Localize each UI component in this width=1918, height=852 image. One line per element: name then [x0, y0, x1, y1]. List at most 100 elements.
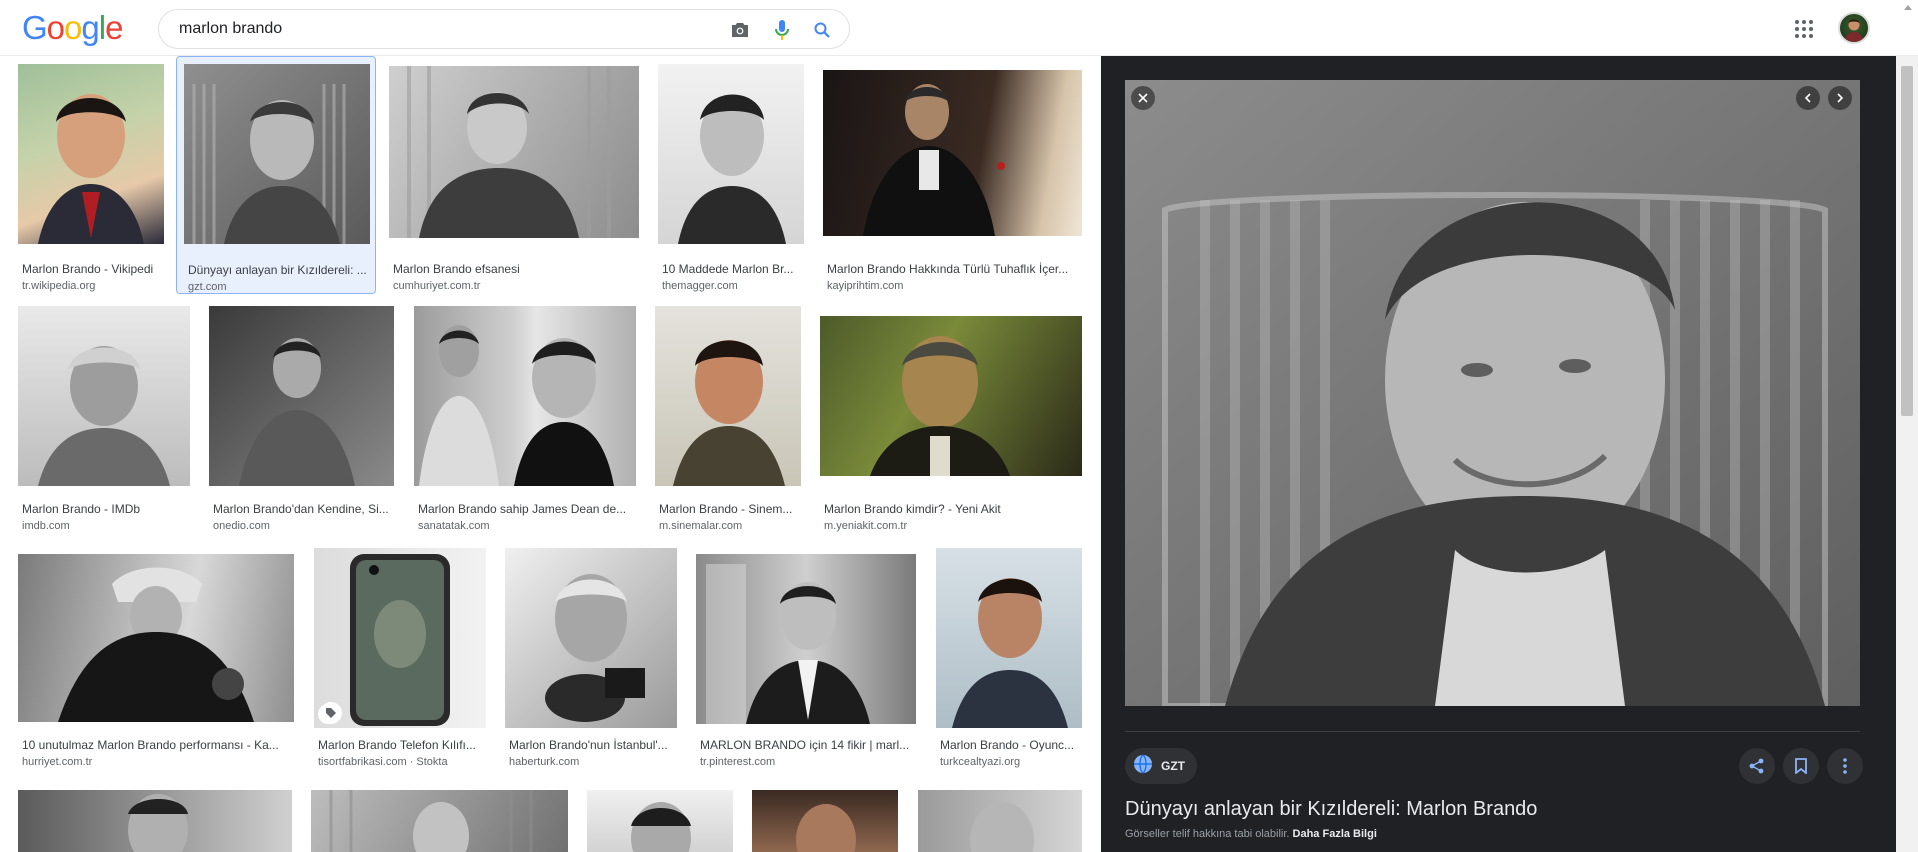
logo-letter: g [81, 9, 99, 46]
result-title[interactable]: Dünyayı anlayan bir Kızıldereli: ... [188, 263, 368, 277]
page-scrollbar[interactable] [1896, 56, 1918, 852]
result-title[interactable]: Marlon Brando - IMDb [22, 502, 190, 516]
result-thumbnail[interactable] [655, 306, 801, 486]
logo-letter: G [22, 9, 48, 46]
chevron-left-icon[interactable] [1796, 86, 1820, 110]
result-card[interactable] [311, 790, 568, 852]
google-logo[interactable]: Google [22, 9, 123, 47]
result-title[interactable]: Marlon Brando - Sinem... [659, 502, 801, 516]
scroll-up-icon[interactable] [1900, 0, 1916, 14]
more-vert-icon[interactable] [1827, 748, 1863, 784]
result-thumbnail[interactable] [820, 316, 1082, 476]
search-box [158, 9, 850, 49]
share-icon[interactable] [1739, 748, 1775, 784]
preview-image[interactable] [1125, 80, 1860, 706]
result-thumbnail[interactable] [314, 548, 486, 728]
result-card[interactable]: Marlon Brando sahip James Dean de... san… [414, 306, 636, 532]
result-title[interactable]: Marlon Brando - Oyunc... [940, 738, 1082, 752]
result-title[interactable]: MARLON BRANDO için 14 fikir | marl... [700, 738, 916, 752]
result-source: m.yeniakit.com.tr [824, 520, 908, 532]
image-results-grid: Marlon Brando - Vikipedi tr.wikipedia.or… [0, 56, 1100, 852]
result-thumbnail[interactable] [18, 306, 190, 486]
result-card[interactable]: Marlon Brando efsanesi cumhuriyet.com.tr [389, 66, 639, 292]
logo-letter: o [64, 9, 82, 46]
result-title[interactable]: Marlon Brando Hakkında Türlü Tuhaflık İç… [827, 262, 1082, 276]
result-source: tr.pinterest.com [700, 756, 776, 768]
result-thumbnail[interactable] [918, 790, 1082, 852]
copyright-notice: Görseller telif hakkına tabi olabilir. D… [1125, 828, 1377, 840]
result-thumbnail[interactable] [823, 70, 1082, 236]
result-card[interactable]: MARLON BRANDO için 14 fikir | marl... tr… [696, 554, 916, 768]
result-card[interactable]: Marlon Brando - IMDb imdb.com [18, 306, 190, 532]
tag-icon [320, 702, 342, 724]
result-thumbnail[interactable] [752, 790, 898, 852]
result-card[interactable]: Marlon Brando kimdir? - Yeni Akit m.yeni… [820, 316, 1082, 532]
bookmark-icon[interactable] [1783, 748, 1819, 784]
result-card-selected[interactable]: Dünyayı anlayan bir Kızıldereli: ... gzt… [176, 56, 376, 294]
avatar[interactable] [1838, 12, 1870, 44]
result-card[interactable]: Marlon Brando'dan Kendine, Si... onedio.… [209, 306, 394, 532]
result-source: turkcealtyazi.org [940, 756, 1021, 768]
result-thumbnail[interactable] [389, 66, 639, 238]
result-thumbnail[interactable] [505, 548, 677, 728]
result-title[interactable]: Marlon Brando Telefon Kılıfı... [318, 738, 486, 752]
logo-letter: o [46, 9, 65, 46]
result-title[interactable]: Marlon Brando kimdir? - Yeni Akit [824, 502, 1082, 516]
result-title[interactable]: Marlon Brando'dan Kendine, Si... [213, 502, 394, 516]
result-card[interactable]: 10 Maddede Marlon Br... themagger.com [658, 64, 804, 292]
copyright-text: Görseller telif hakkına tabi olabilir. [1125, 828, 1290, 840]
result-card[interactable] [918, 790, 1082, 852]
chevron-right-icon[interactable] [1828, 86, 1852, 110]
result-thumbnail[interactable] [587, 790, 733, 852]
image-preview-panel: GZT Dünyayı anlayan bir Kızıldereli: Mar… [1101, 56, 1896, 852]
logo-letter: e [105, 9, 123, 46]
scrollbar-thumb[interactable] [1901, 66, 1913, 416]
microphone-icon[interactable] [771, 19, 793, 41]
result-title[interactable]: Marlon Brando efsanesi [393, 262, 639, 276]
result-card[interactable] [18, 790, 292, 852]
source-chip[interactable]: GZT [1125, 748, 1197, 784]
result-card[interactable] [752, 790, 898, 852]
result-source: kayiprihtim.com [827, 280, 904, 292]
result-title[interactable]: Marlon Brando sahip James Dean de... [418, 502, 636, 516]
result-title[interactable]: 10 unutulmaz Marlon Brando performansı -… [22, 738, 294, 752]
result-card[interactable]: Marlon Brando Hakkında Türlü Tuhaflık İç… [823, 70, 1082, 292]
result-source: onedio.com [213, 520, 270, 532]
result-card[interactable]: Marlon Brando Telefon Kılıfı... tisortfa… [314, 548, 486, 768]
result-thumbnail[interactable] [18, 790, 292, 852]
result-card[interactable]: Marlon Brando - Oyunc... turkcealtyazi.o… [936, 548, 1082, 768]
result-thumbnail[interactable] [18, 554, 294, 722]
apps-grid-icon[interactable] [1792, 17, 1816, 41]
more-info-link[interactable]: Daha Fazla Bilgi [1293, 828, 1377, 840]
result-card[interactable]: Marlon Brando - Sinem... m.sinemalar.com [655, 306, 801, 532]
result-thumbnail[interactable] [311, 790, 568, 852]
result-title[interactable]: 10 Maddede Marlon Br... [662, 262, 804, 276]
result-source: cumhuriyet.com.tr [393, 280, 481, 292]
result-card[interactable]: 10 unutulmaz Marlon Brando performansı -… [18, 554, 294, 768]
result-title[interactable]: Marlon Brando'nun İstanbul'... [509, 738, 677, 752]
result-source: tr.wikipedia.org [22, 280, 96, 292]
result-thumbnail[interactable] [658, 64, 804, 244]
close-icon[interactable] [1131, 86, 1155, 110]
preview-title[interactable]: Dünyayı anlayan bir Kızıldereli: Marlon … [1125, 798, 1537, 821]
result-thumbnail[interactable] [414, 306, 636, 486]
google-images-page: Google marlon brando Marlon Brando - Vik… [0, 0, 1918, 852]
search-input[interactable] [179, 10, 699, 48]
result-thumbnail[interactable] [184, 64, 370, 244]
result-title[interactable]: Marlon Brando - Vikipedi [22, 262, 164, 276]
search-icon[interactable] [811, 19, 833, 41]
result-thumbnail[interactable] [696, 554, 916, 724]
result-thumbnail[interactable] [936, 548, 1082, 728]
header: Google [0, 0, 1918, 56]
source-chip-label: GZT [1161, 759, 1185, 773]
result-card[interactable] [587, 790, 733, 852]
result-thumbnail[interactable] [18, 64, 164, 244]
camera-icon[interactable] [729, 19, 751, 41]
globe-icon [1133, 753, 1153, 779]
result-source: tisortfabrikasi.com · Stokta [318, 756, 448, 768]
result-source: imdb.com [22, 520, 70, 532]
result-thumbnail[interactable] [209, 306, 394, 486]
result-card[interactable]: Marlon Brando - Vikipedi tr.wikipedia.or… [18, 64, 164, 292]
divider [1125, 731, 1860, 732]
result-card[interactable]: Marlon Brando'nun İstanbul'... haberturk… [505, 548, 677, 768]
